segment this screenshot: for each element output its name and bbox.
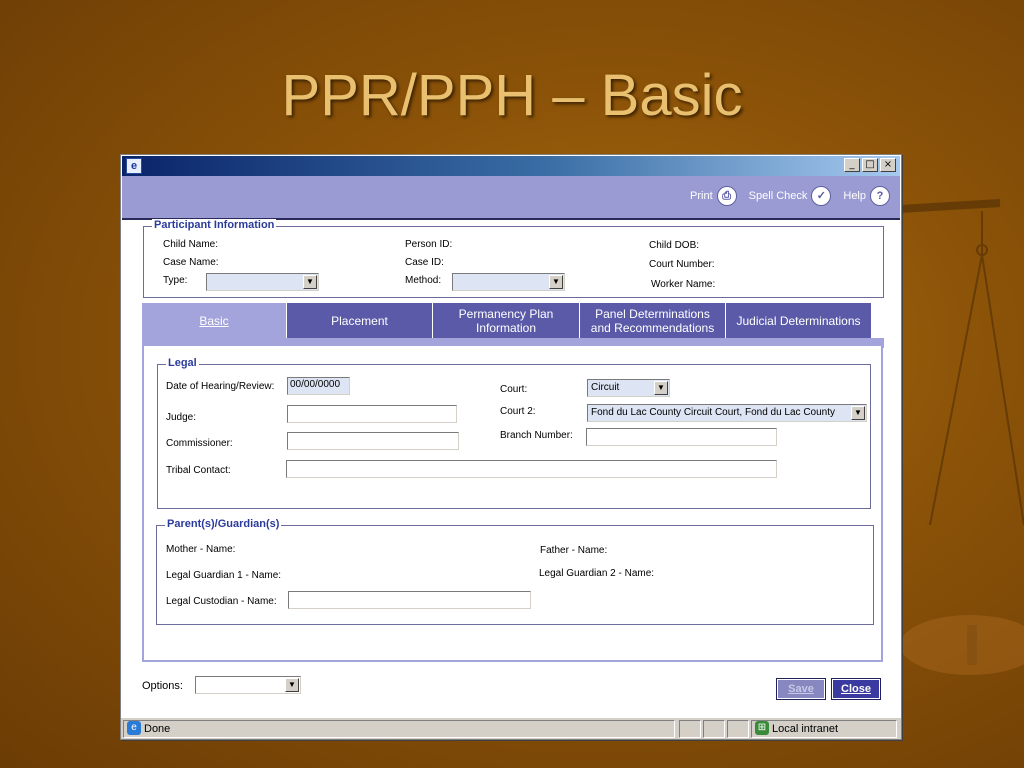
method-select[interactable]: ▼ — [452, 273, 565, 291]
court-select-value: Circuit — [591, 382, 620, 393]
judge-label: Judge: — [166, 412, 197, 423]
tab-panel-line1: Panel Determinations — [595, 307, 710, 321]
method-label: Method: — [405, 275, 442, 286]
legal-custodian-field[interactable] — [288, 591, 531, 609]
tab-panel-line2: and Recommendations — [590, 321, 715, 335]
status-text-cell: e Done — [123, 720, 675, 738]
close-button[interactable]: Close — [831, 678, 881, 700]
tab-basic-label: Basic — [199, 314, 229, 328]
intranet-icon: ⊞ — [755, 721, 769, 735]
court2-select-value: Fond du Lac County Circuit Court, Fond d… — [591, 407, 836, 418]
minimize-button[interactable]: _ — [844, 158, 860, 172]
court-number-label: Court Number: — [649, 259, 715, 270]
commissioner-label: Commissioner: — [166, 438, 233, 449]
status-bar: e Done ⊞ Local intranet — [121, 717, 901, 739]
hearing-date-label: Date of Hearing/Review: — [166, 381, 275, 392]
hearing-date-field[interactable]: 00/00/0000 — [287, 377, 350, 395]
tab-placement[interactable]: Placement — [287, 303, 433, 339]
help-button[interactable]: Help ? — [843, 186, 890, 206]
child-name-label: Child Name: — [163, 239, 219, 250]
chevron-down-icon: ▼ — [549, 275, 563, 289]
chevron-down-icon: ▼ — [285, 678, 299, 692]
legal-guardian1-label: Legal Guardian 1 - Name: — [166, 570, 282, 581]
tribal-contact-field[interactable] — [286, 460, 777, 478]
tab-placement-label: Placement — [331, 314, 388, 328]
branch-number-field[interactable] — [586, 428, 777, 446]
chevron-down-icon: ▼ — [654, 381, 668, 395]
tab-permanency-line2: Information — [475, 321, 537, 335]
court-select[interactable]: Circuit ▼ — [587, 379, 670, 397]
close-window-button[interactable]: × — [880, 158, 896, 172]
court2-label: Court 2: — [500, 406, 536, 417]
case-name-label: Case Name: — [163, 257, 219, 268]
legal-legend: Legal — [166, 357, 199, 369]
court2-select[interactable]: Fond du Lac County Circuit Court, Fond d… — [587, 404, 867, 422]
tab-judicial-label: Judicial Determinations — [736, 314, 861, 328]
window-titlebar: e _ □ × — [122, 156, 900, 176]
status-zone: Local intranet — [772, 723, 839, 735]
tab-panel-determinations[interactable]: Panel Determinations and Recommendations — [580, 303, 726, 339]
father-name-label: Father - Name: — [540, 545, 608, 556]
chevron-down-icon: ▼ — [851, 406, 865, 420]
slide-title: PPR/PPH – Basic — [281, 63, 743, 128]
options-select[interactable]: ▼ — [195, 676, 301, 694]
status-text: Done — [144, 723, 171, 735]
status-cell-2 — [703, 720, 725, 738]
tab-strip: Basic Placement Permanency Plan Informat… — [142, 303, 872, 339]
worker-name-label: Worker Name: — [651, 279, 716, 290]
status-cell-1 — [679, 720, 701, 738]
spellcheck-label: Spell Check — [748, 190, 808, 202]
court-label: Court: — [500, 384, 528, 395]
commissioner-field[interactable] — [287, 432, 459, 450]
help-label: Help — [843, 190, 866, 202]
printer-icon: ⎙ — [716, 186, 737, 206]
legal-custodian-label: Legal Custodian - Name: — [166, 596, 277, 607]
status-cell-3 — [727, 720, 749, 738]
legal-guardian2-label: Legal Guardian 2 - Name: — [539, 568, 655, 579]
maximize-button[interactable]: □ — [862, 158, 878, 172]
person-id-label: Person ID: — [405, 239, 453, 250]
type-label: Type: — [163, 275, 188, 286]
guardians-legend: Parent(s)/Guardian(s) — [165, 518, 282, 530]
ie-page-icon: e — [126, 158, 142, 174]
spellcheck-icon: ✓ — [811, 186, 832, 206]
participant-info-legend: Participant Information — [152, 219, 277, 231]
save-button[interactable]: Save — [776, 678, 826, 700]
branch-number-label: Branch Number: — [500, 430, 573, 441]
scales-decoration — [899, 199, 1024, 675]
tab-judicial-determinations[interactable]: Judicial Determinations — [726, 303, 872, 339]
tribal-contact-label: Tribal Contact: — [166, 465, 231, 476]
spellcheck-button[interactable]: Spell Check ✓ — [749, 186, 832, 206]
print-button[interactable]: Print ⎙ — [690, 186, 737, 206]
tab-permanency-plan[interactable]: Permanency Plan Information — [433, 303, 580, 339]
chevron-down-icon: ▼ — [303, 275, 317, 289]
help-icon: ? — [870, 186, 890, 206]
tab-basic[interactable]: Basic — [142, 303, 287, 339]
status-zone-cell: ⊞ Local intranet — [751, 720, 897, 738]
case-id-label: Case ID: — [405, 257, 444, 268]
type-select[interactable]: ▼ — [206, 273, 319, 291]
app-toolbar: Print ⎙ Spell Check ✓ Help ? — [122, 176, 900, 220]
mother-name-label: Mother - Name: — [166, 544, 236, 555]
print-label: Print — [690, 190, 713, 202]
judge-field[interactable] — [287, 405, 457, 423]
options-label: Options: — [142, 680, 183, 692]
ie-page-icon: e — [127, 721, 141, 735]
tab-permanency-line1: Permanency Plan — [458, 307, 554, 321]
child-dob-label: Child DOB: — [649, 240, 700, 251]
